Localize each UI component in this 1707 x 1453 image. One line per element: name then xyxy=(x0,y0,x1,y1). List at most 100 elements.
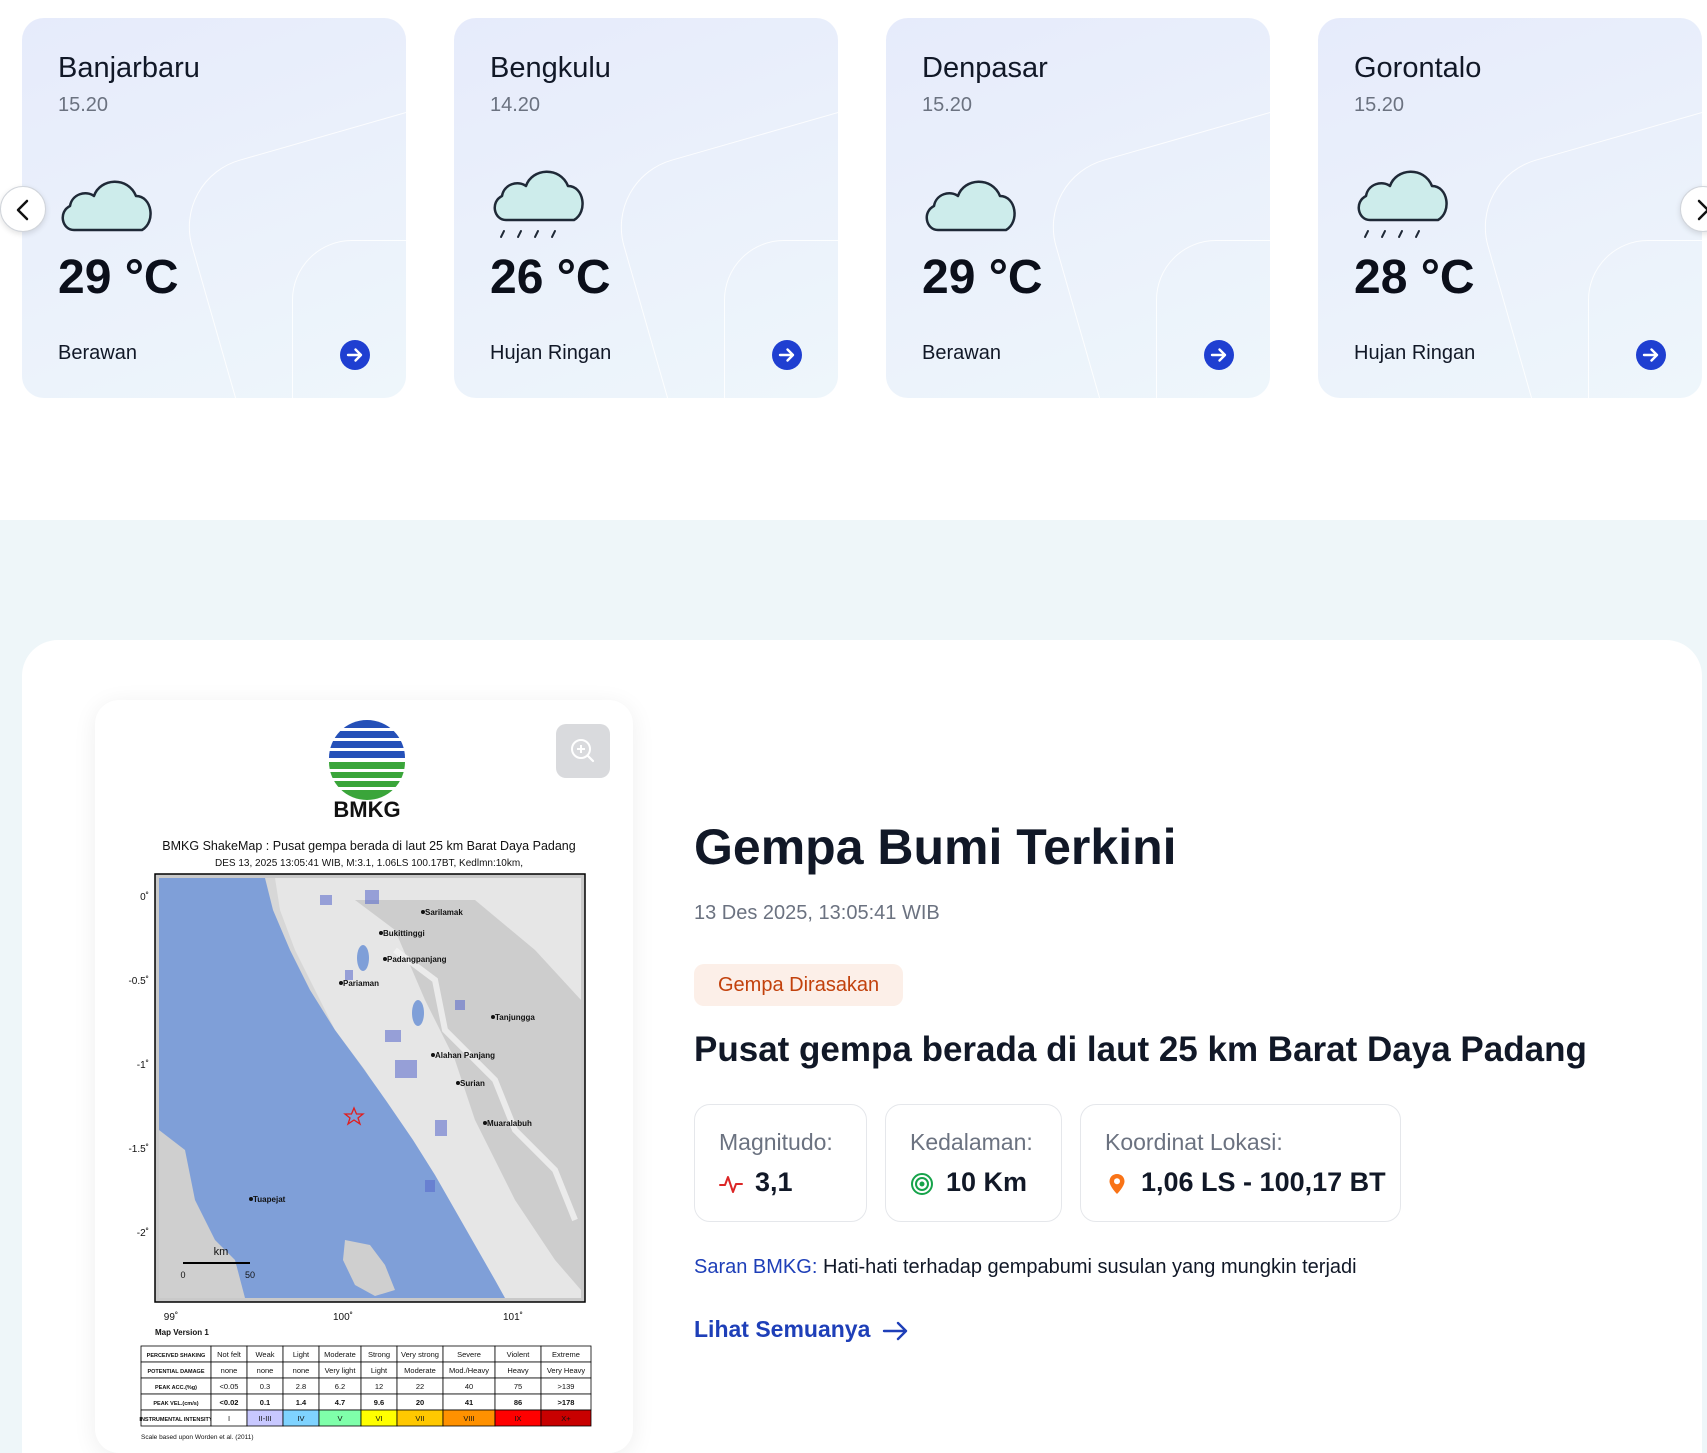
legend-text: VI xyxy=(375,1414,382,1423)
card-decoration xyxy=(292,240,406,398)
legend-text: Very strong xyxy=(401,1350,439,1359)
arrow-right-icon xyxy=(346,348,363,362)
latitude-tick: -0.5˚ xyxy=(128,975,149,987)
legend-text: IV xyxy=(297,1414,304,1423)
advice-label: Saran BMKG: xyxy=(694,1256,818,1278)
legend-text: Weak xyxy=(255,1350,274,1359)
depth-label: Kedalaman: xyxy=(910,1129,1033,1155)
legend-text: I xyxy=(228,1414,230,1423)
zoom-in-icon xyxy=(571,739,595,763)
shakemap-card[interactable]: BMKG BMKG ShakeMap : Pusat gempa berada … xyxy=(95,700,633,1453)
coordinate-value: 1,06 LS - 100,17 BT xyxy=(1141,1167,1386,1197)
bmkg-logo: BMKG xyxy=(327,720,407,822)
legend-text: 0.1 xyxy=(260,1398,270,1407)
zoom-button[interactable] xyxy=(556,724,610,778)
weather-temperature: 26 °C xyxy=(490,251,611,304)
legend-text: IX xyxy=(514,1414,521,1423)
weather-time: 14.20 xyxy=(490,94,541,116)
legend-text: 86 xyxy=(514,1398,522,1407)
legend-text: 9.6 xyxy=(374,1398,384,1407)
legend-text: Severe xyxy=(457,1350,481,1359)
card-detail-button[interactable] xyxy=(1636,340,1666,370)
legend-text: 40 xyxy=(465,1382,473,1391)
arrow-right-icon xyxy=(1210,348,1227,362)
legend-text: V xyxy=(337,1414,342,1423)
magnitude-label: Magnitudo: xyxy=(719,1129,833,1155)
felt-badge: Gempa Dirasakan xyxy=(694,964,904,1006)
legend-text: X+ xyxy=(561,1414,571,1423)
weather-city: Gorontalo xyxy=(1354,52,1482,84)
legend-text: VIII xyxy=(463,1414,474,1423)
legend-text: Light xyxy=(371,1366,388,1375)
latitude-tick: -1.5˚ xyxy=(128,1143,149,1155)
weather-time: 15.20 xyxy=(58,94,109,116)
see-all-link[interactable]: Lihat Semuanya xyxy=(694,1316,910,1343)
scale-fifty: 50 xyxy=(245,1270,255,1280)
card-detail-button[interactable] xyxy=(340,340,370,370)
legend-text: PEAK VEL.(cm/s) xyxy=(153,1401,198,1407)
weather-condition: Berawan xyxy=(58,342,137,364)
bmkg-advice: Saran BMKG: Hati-hati terhadap gempabumi… xyxy=(694,1256,1357,1279)
latitude-tick: -2˚ xyxy=(137,1227,149,1239)
legend-text: Moderate xyxy=(404,1366,436,1375)
light-rain-icon xyxy=(493,170,584,238)
legend-text: 1.4 xyxy=(296,1398,307,1407)
legend-text: >178 xyxy=(558,1398,575,1407)
coordinate-box: Koordinat Lokasi: 1,06 LS - 100,17 BT xyxy=(1080,1104,1401,1222)
weather-card[interactable]: Denpasar 15.20 29 °C Berawan xyxy=(886,18,1270,398)
legend-text: Very light xyxy=(325,1366,357,1375)
weather-card[interactable]: Banjarbaru 15.20 29 °C Berawan xyxy=(22,18,406,398)
carousel-next-button[interactable] xyxy=(1680,186,1707,232)
legend-text: POTENTIAL DAMAGE xyxy=(147,1369,204,1375)
town-label: Tuapejat xyxy=(253,1195,286,1204)
legend-text: 4.7 xyxy=(335,1398,345,1407)
longitude-tick: 100˚ xyxy=(333,1311,353,1323)
arrow-right-icon xyxy=(778,348,795,362)
shakemap-title: BMKG ShakeMap : Pusat gempa berada di la… xyxy=(162,839,575,853)
carousel-prev-button[interactable] xyxy=(0,186,46,232)
magnitude-box: Magnitudo: 3,1 xyxy=(694,1104,867,1222)
longitude-tick: 101˚ xyxy=(503,1311,523,1323)
longitude-tick: 99˚ xyxy=(164,1311,178,1323)
legend-text: INSTRUMENTAL INTENSITY xyxy=(139,1417,212,1423)
magnitude-value: 3,1 xyxy=(755,1167,793,1197)
bmkg-brand: BMKG xyxy=(333,797,400,822)
town-label: Pariaman xyxy=(343,979,379,988)
cloud-icon xyxy=(925,180,1016,232)
legend-text: PERCEIVED SHAKING xyxy=(147,1353,206,1359)
weather-condition: Hujan Ringan xyxy=(1354,342,1476,364)
arrow-right-icon xyxy=(1642,348,1659,362)
coordinate-label: Koordinat Lokasi: xyxy=(1105,1129,1283,1155)
weather-time: 15.20 xyxy=(922,94,973,116)
weather-card[interactable]: Bengkulu 14.20 26 °C Hujan Ringan xyxy=(454,18,838,398)
weather-city: Bengkulu xyxy=(490,52,611,84)
legend-text: none xyxy=(257,1366,274,1375)
town-label: Muaralabuh xyxy=(487,1119,532,1128)
town-label: Alahan Panjang xyxy=(435,1051,495,1060)
legend-text: 12 xyxy=(375,1382,383,1391)
pulse-icon xyxy=(719,1176,743,1193)
legend-text: PEAK ACC.(%g) xyxy=(155,1385,197,1391)
legend-footnote: Scale based upon Worden et al. (2011) xyxy=(141,1434,254,1441)
card-decoration xyxy=(1588,240,1702,398)
legend-text: 75 xyxy=(514,1382,522,1391)
depth-box: Kedalaman: 10 Km xyxy=(885,1104,1062,1222)
legend-text: Very Heavy xyxy=(547,1366,586,1375)
weather-card[interactable]: Gorontalo 15.20 28 °C Hujan Ringan xyxy=(1318,18,1702,398)
legend-text: Strong xyxy=(368,1350,390,1359)
weather-temperature: 29 °C xyxy=(922,251,1043,304)
weather-time: 15.20 xyxy=(1354,94,1405,116)
scale-unit: km xyxy=(214,1246,229,1258)
legend-text: 0.3 xyxy=(260,1382,270,1391)
shakemap-map: Sarilamak Bukittinggi Padangpanjang Pariama… xyxy=(154,873,586,1303)
weather-temperature: 28 °C xyxy=(1354,251,1475,304)
legend-text: >139 xyxy=(558,1382,575,1391)
town-label: Tanjungga xyxy=(495,1013,535,1022)
weather-carousel: Banjarbaru 15.20 29 °C Berawan Bengkulu 14.20… xyxy=(0,0,1707,520)
weather-condition: Berawan xyxy=(922,342,1001,364)
legend-text: 41 xyxy=(465,1398,473,1407)
shakemap-subtitle: DES 13, 2025 13:05:41 WIB, M:3.1, 1.06LS… xyxy=(215,858,523,869)
location-pin-icon xyxy=(1109,1174,1125,1194)
card-detail-button[interactable] xyxy=(772,340,802,370)
card-detail-button[interactable] xyxy=(1204,340,1234,370)
